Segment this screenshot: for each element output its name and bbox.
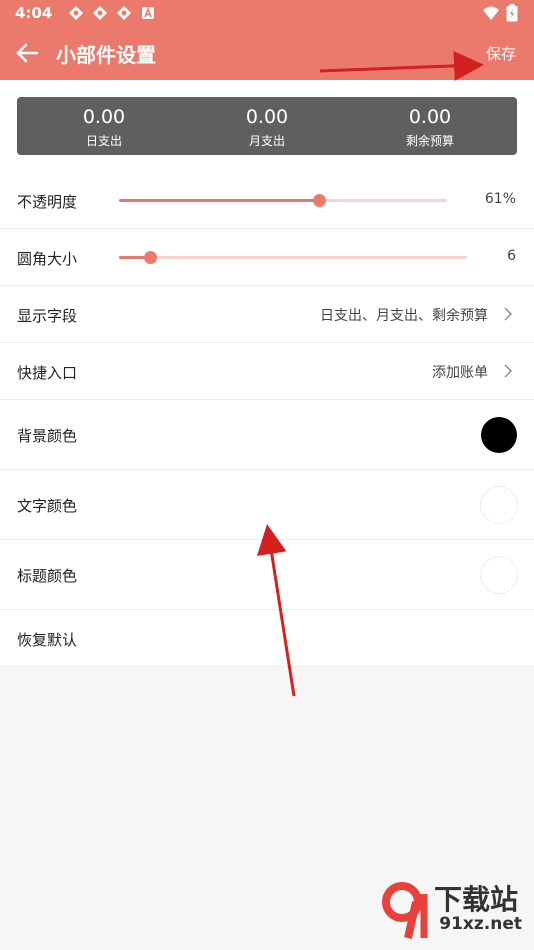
widget-preview: 0.00 日支出 0.00 月支出 0.00 剩余预算: [17, 97, 517, 155]
app-header: 4:04 小部件设置 保存: [0, 0, 534, 80]
corner-radius-value: 6: [507, 248, 516, 264]
app-notification-icon: [117, 6, 132, 20]
watermark-url: 91xz.net: [439, 914, 522, 934]
corner-radius-label: 圆角大小: [17, 250, 78, 268]
monthly-expense-value: 0.00: [245, 106, 289, 128]
slider-thumb[interactable]: [313, 194, 326, 207]
save-button[interactable]: 保存: [486, 43, 516, 64]
wifi-icon: [483, 6, 499, 20]
background-color-row[interactable]: 背景颜色: [0, 400, 534, 470]
title-color-row[interactable]: 标题颜色: [0, 540, 534, 610]
watermark-text: 下载站: [433, 883, 518, 916]
settings-list: 不透明度 61% 圆角大小 6 显示字段 日支出、月支出、剩余预算 快捷入口 添…: [0, 172, 534, 667]
watermark: 下载站 91xz.net: [378, 876, 528, 946]
shortcut-value: 添加账单: [432, 365, 488, 381]
corner-radius-slider[interactable]: [119, 251, 467, 264]
status-bar: 4:04: [0, 0, 534, 26]
watermark-logo-icon: [382, 882, 428, 939]
battery-icon: [506, 4, 518, 22]
chevron-right-icon: [504, 307, 512, 321]
opacity-slider[interactable]: [119, 194, 447, 207]
daily-expense-value: 0.00: [82, 106, 126, 128]
display-fields-label: 显示字段: [17, 307, 78, 325]
reset-default-row[interactable]: 恢复默认: [0, 610, 534, 667]
title-color-label: 标题颜色: [17, 567, 78, 585]
chevron-right-icon: [504, 364, 512, 378]
title-color-swatch[interactable]: [481, 557, 517, 593]
status-time: 4:04: [15, 4, 53, 22]
back-arrow-icon[interactable]: [12, 38, 42, 68]
page-title: 小部件设置: [56, 43, 156, 67]
shortcut-label: 快捷入口: [17, 364, 78, 382]
corner-radius-row: 圆角大小 6: [0, 229, 534, 286]
display-fields-value: 日支出、月支出、剩余预算: [320, 308, 488, 324]
remaining-budget-label: 剩余预算: [405, 134, 454, 148]
daily-expense-label: 日支出: [85, 134, 122, 148]
text-color-label: 文字颜色: [17, 497, 78, 515]
background-color-swatch[interactable]: [481, 417, 517, 453]
monthly-expense-label: 月支出: [248, 134, 285, 148]
app-notification-icon: [93, 6, 108, 20]
slider-fill: [119, 199, 319, 202]
display-fields-row[interactable]: 显示字段 日支出、月支出、剩余预算: [0, 286, 534, 343]
app-notification-icon: [69, 6, 84, 20]
status-right: [482, 4, 518, 22]
opacity-row: 不透明度 61%: [0, 172, 534, 229]
shortcut-row[interactable]: 快捷入口 添加账单: [0, 343, 534, 400]
background-color-label: 背景颜色: [17, 427, 78, 445]
daily-expense-cell: 0.00 日支出: [34, 97, 174, 155]
reset-default-label: 恢复默认: [17, 631, 78, 649]
opacity-value: 61%: [484, 191, 516, 207]
slider-thumb[interactable]: [144, 251, 157, 264]
text-color-swatch[interactable]: [481, 487, 517, 523]
remaining-budget-cell: 0.00 剩余预算: [360, 97, 500, 155]
widget-preview-area: 0.00 日支出 0.00 月支出 0.00 剩余预算: [0, 80, 534, 172]
a-badge-icon: [142, 6, 155, 19]
text-color-row[interactable]: 文字颜色: [0, 470, 534, 540]
monthly-expense-cell: 0.00 月支出: [197, 97, 337, 155]
slider-track: [119, 256, 467, 259]
toolbar: 小部件设置 保存: [0, 26, 534, 80]
remaining-budget-value: 0.00: [408, 106, 452, 128]
opacity-label: 不透明度: [17, 193, 78, 211]
